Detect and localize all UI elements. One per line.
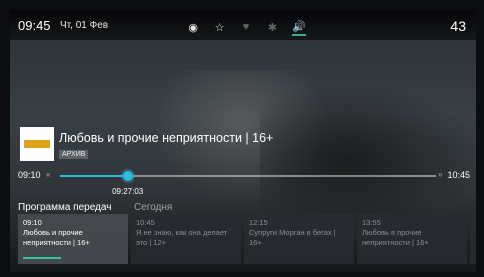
guide-card[interactable]: 10:45 Я не знаю, как она делает это | 12…	[131, 214, 241, 264]
guide-header: Программа передач	[18, 202, 112, 213]
guide-card-name: Я не знаю, как она делает это | 12+	[136, 228, 228, 247]
guide-cards: 09:10 Любовь и прочие неприятности | 16+…	[18, 214, 476, 264]
progress-track[interactable]: 09:27:03	[60, 171, 436, 196]
logo-mark	[24, 140, 50, 148]
guide-card-time: 13:55	[362, 218, 381, 227]
channel-number: 43	[450, 18, 466, 34]
guide-card[interactable]: 13:55 Любовь в прочие неприятности | 16+	[357, 214, 467, 264]
program-title: Любовь и прочие неприятности | 16+	[59, 131, 274, 145]
rewind-icon[interactable]: «	[46, 170, 50, 179]
archive-badge: АРХИВ	[59, 150, 89, 159]
star-icon[interactable]: ☆	[212, 19, 226, 35]
guide-card-indicator	[23, 257, 61, 259]
guide-card-name: Любовь и прочие неприятности | 16+	[23, 228, 90, 247]
top-bar: 09:45 Чт, 01 Фев ◉ ☆ ♥ ✱ 🔊 43	[10, 10, 476, 40]
channel-logo	[20, 127, 54, 161]
clock-date: Чт, 01 Фев	[60, 20, 109, 31]
video-screen[interactable]: 09:45 Чт, 01 Фев ◉ ☆ ♥ ✱ 🔊 43 Любовь и п…	[10, 10, 476, 272]
fast-forward-icon[interactable]: »	[438, 170, 442, 179]
guide-card[interactable]: 12:15 Супруги Морган в бегах | 16+	[244, 214, 354, 264]
record-icon[interactable]: ◉	[186, 19, 200, 35]
progress-bar[interactable]: 09:10 « 09:27:03 » 10:45	[10, 170, 476, 196]
progress-start-time: 09:10	[18, 170, 41, 180]
guide-card-time: 1	[475, 218, 476, 227]
clock-time: 09:45	[18, 18, 51, 33]
progress-end-time: 10:45	[447, 170, 470, 180]
progress-fill	[60, 175, 128, 177]
progress-current-time: 09:27:03	[112, 187, 144, 196]
guide-card-name: Супруги Морган в бегах | 16+	[249, 228, 336, 247]
player-toolbar: ◉ ☆ ♥ ✱ 🔊	[186, 18, 307, 36]
guide-day[interactable]: Сегодня	[134, 202, 172, 213]
guide-card-time: 09:10	[23, 218, 42, 227]
guide-card[interactable]: 1	[470, 214, 476, 264]
progress-thumb[interactable]	[122, 171, 133, 181]
guide-card-name: Любовь в прочие неприятности | 16+	[362, 228, 429, 247]
guide-card-time: 12:15	[249, 218, 268, 227]
guide-card[interactable]: 09:10 Любовь и прочие неприятности | 16+	[18, 214, 128, 264]
volume-icon[interactable]: 🔊	[291, 18, 307, 36]
guide-card-time: 10:45	[136, 218, 155, 227]
settings-icon[interactable]: ✱	[265, 19, 279, 35]
favorite-icon[interactable]: ♥	[239, 19, 253, 35]
